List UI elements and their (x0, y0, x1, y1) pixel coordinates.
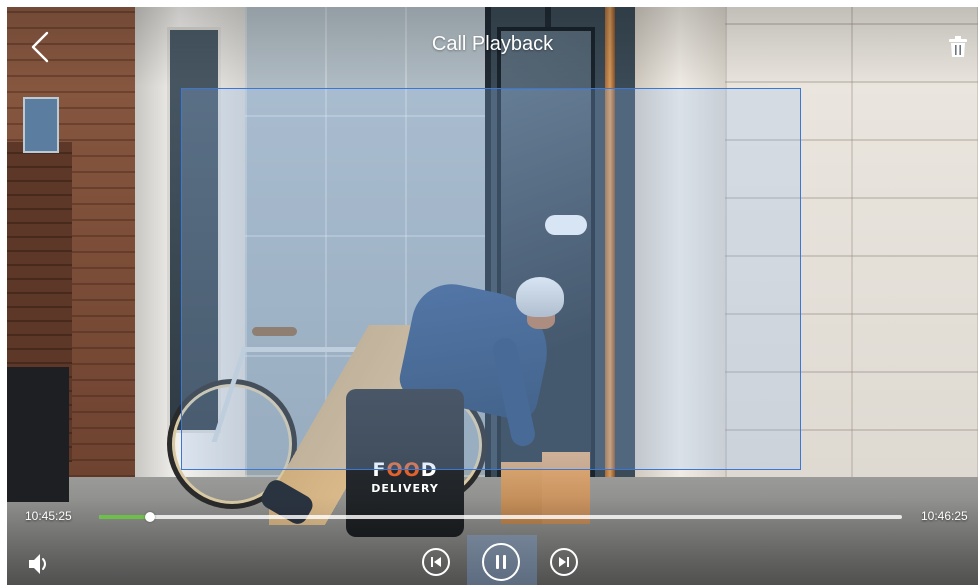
pause-icon (496, 555, 506, 569)
previous-button[interactable] (422, 548, 450, 576)
volume-button[interactable] (27, 551, 53, 577)
next-button[interactable] (550, 548, 578, 576)
trash-icon (949, 36, 967, 57)
back-button[interactable] (25, 27, 55, 67)
chevron-left-icon (31, 31, 49, 63)
speaker-icon (29, 554, 46, 574)
progress-bar[interactable] (99, 512, 902, 522)
playback-controls (419, 535, 589, 585)
pause-highlight (467, 535, 537, 585)
backpack-logo-line2: DELIVERY (371, 482, 439, 495)
current-time: 10:45:25 (25, 509, 72, 523)
skip-next-icon (559, 557, 569, 567)
progress-knob[interactable] (144, 512, 155, 522)
end-time: 10:46:25 (921, 509, 968, 523)
delete-button[interactable] (945, 33, 971, 61)
playback-screen: FOOD DELIVERY Call Playback 10:45:25 10:… (7, 7, 978, 585)
trash-bin (7, 367, 69, 502)
wall-sign (23, 97, 59, 153)
progress-bar-fill (99, 515, 150, 519)
detection-region-box (181, 88, 801, 470)
skip-previous-icon (431, 557, 441, 567)
top-gradient (7, 7, 978, 87)
pause-button[interactable] (482, 543, 520, 581)
